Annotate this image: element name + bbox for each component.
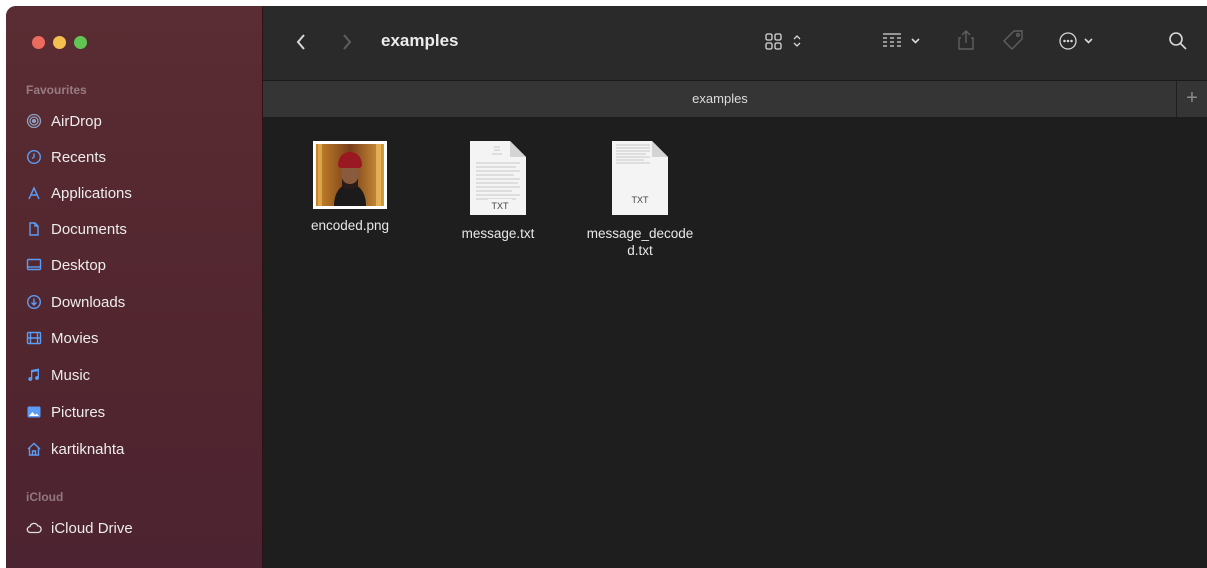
text-file-icon: TXT [468, 139, 528, 217]
sidebar-item-label: Pictures [51, 403, 106, 421]
file-type-badge: TXT [632, 195, 650, 205]
clock-icon [26, 149, 42, 165]
sidebar-item-label: Downloads [51, 293, 126, 311]
more-icon [1059, 32, 1093, 50]
desktop-icon [26, 258, 42, 271]
sidebar-item-label: Movies [51, 329, 99, 347]
airdrop-icon [26, 113, 42, 129]
group-icon [883, 33, 920, 47]
download-icon [26, 294, 42, 310]
file-item[interactable]: encoded.png [295, 141, 405, 234]
sidebar-item-music[interactable]: Music [26, 361, 90, 389]
sidebar-item-airdrop[interactable]: AirDrop [26, 107, 102, 135]
file-grid: encoded.png TXT message.txt TXT message_… [263, 117, 1207, 568]
file-item[interactable]: TXT message.txt [443, 139, 553, 242]
file-name: encoded.png [310, 218, 390, 233]
sidebar-item-label: Applications [51, 184, 132, 202]
tag-button[interactable] [999, 24, 1029, 56]
new-tab-button[interactable]: + [1176, 81, 1207, 117]
sidebar-item-label: Music [51, 366, 91, 384]
sidebar-section-favourites: Favourites [26, 83, 87, 97]
file-name: message.txt [461, 226, 535, 241]
traffic-lights [32, 36, 87, 49]
sidebar: Favourites AirDrop Recents Applications … [6, 6, 263, 568]
file-name: message_decoded.txt [586, 226, 694, 258]
sidebar-item-pictures[interactable]: Pictures [26, 398, 105, 426]
back-chevron-icon [296, 34, 305, 50]
photo-icon [27, 406, 41, 418]
sidebar-item-home[interactable]: kartiknahta [26, 435, 124, 463]
tab-bar: examples + [263, 80, 1207, 118]
cloud-icon [26, 522, 42, 534]
film-icon [26, 331, 42, 345]
sidebar-item-desktop[interactable]: Desktop [26, 251, 106, 279]
search-button[interactable] [1163, 26, 1193, 56]
toolbar: examples [263, 6, 1207, 80]
home-icon [27, 442, 41, 456]
minimize-button[interactable] [53, 36, 66, 49]
more-actions-button[interactable] [1055, 26, 1105, 56]
sidebar-item-movies[interactable]: Movies [26, 324, 99, 352]
zoom-button[interactable] [74, 36, 87, 49]
sidebar-item-label: AirDrop [51, 112, 102, 130]
tab-examples[interactable]: examples [263, 81, 1177, 117]
sidebar-item-label: Desktop [51, 256, 107, 274]
icon-view-icon [765, 33, 801, 50]
file-item[interactable]: TXT message_decoded.txt [585, 139, 695, 259]
sidebar-item-label: kartiknahta [51, 440, 125, 458]
sidebar-item-icloud-drive[interactable]: iCloud Drive [26, 514, 133, 542]
share-icon [958, 30, 974, 50]
finder-window: Favourites AirDrop Recents Applications … [6, 6, 1207, 568]
sidebar-section-icloud: iCloud [26, 490, 64, 504]
image-thumbnail [313, 141, 387, 209]
close-button[interactable] [32, 36, 45, 49]
view-mode-button[interactable] [757, 26, 813, 56]
document-icon [29, 222, 39, 236]
music-note-icon [28, 368, 39, 381]
share-button[interactable] [951, 24, 981, 56]
search-icon [1169, 32, 1187, 50]
forward-button[interactable] [335, 28, 359, 56]
back-button[interactable] [289, 28, 313, 56]
sidebar-item-downloads[interactable]: Downloads [26, 288, 125, 316]
tag-icon [1003, 30, 1023, 50]
sidebar-item-recents[interactable]: Recents [26, 143, 106, 171]
group-button[interactable] [875, 26, 931, 56]
file-type-badge: TXT [492, 201, 510, 211]
sidebar-item-label: Documents [51, 220, 127, 238]
text-file-icon: TXT [610, 139, 670, 217]
sidebar-item-label: iCloud Drive [51, 519, 133, 537]
sidebar-item-applications[interactable]: Applications [26, 179, 132, 207]
window-title: examples [381, 31, 459, 50]
applications-icon [28, 186, 40, 200]
sidebar-item-documents[interactable]: Documents [26, 215, 127, 243]
forward-chevron-icon [343, 34, 352, 50]
sidebar-item-label: Recents [51, 148, 107, 166]
